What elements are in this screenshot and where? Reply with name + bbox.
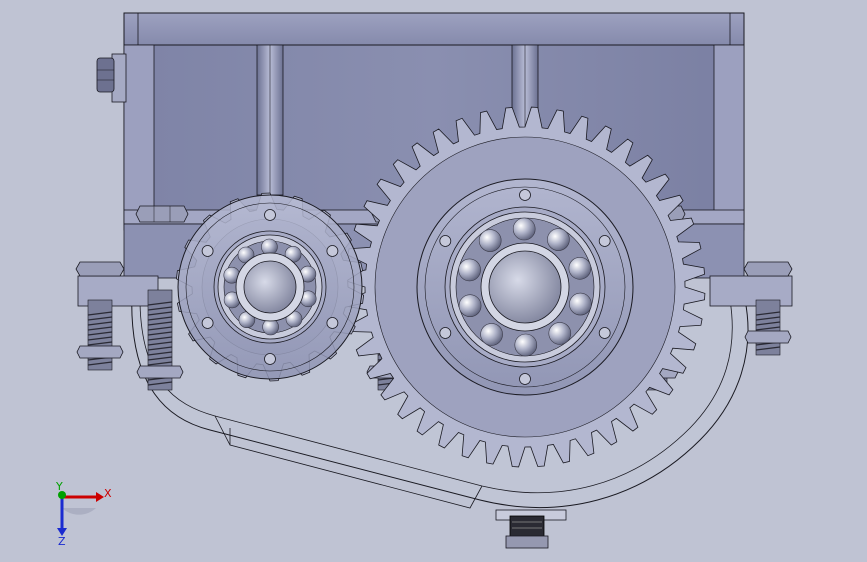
bolt-hole: [201, 245, 214, 257]
bearing-ball: [261, 238, 278, 256]
nut: [744, 330, 792, 344]
bolt-head: [135, 205, 189, 223]
cad-viewport[interactable]: X Y Z: [0, 0, 867, 562]
nut: [136, 365, 184, 379]
bolt-hole: [326, 317, 339, 329]
stud: [744, 299, 792, 356]
gearbox-model[interactable]: X Y Z: [0, 0, 867, 562]
input-bearing: [217, 234, 323, 340]
shaft-bore: [488, 250, 562, 324]
bearing-ball: [514, 333, 538, 357]
drain-plug: [495, 509, 567, 549]
bolt-hole: [439, 327, 452, 339]
bearing-ball: [568, 256, 592, 280]
bearing-ball: [458, 258, 481, 282]
bolt-hole: [201, 317, 214, 329]
bolt-head: [75, 261, 125, 277]
bolt-hole: [264, 353, 276, 365]
breather-plug: [96, 53, 127, 103]
bearing-ball: [480, 323, 503, 346]
bearing-ball: [569, 292, 592, 316]
bearing-ball: [512, 217, 536, 241]
bearing-ball: [478, 229, 502, 252]
z-axis-label: Z: [58, 535, 66, 548]
x-axis-label: X: [104, 487, 112, 500]
bolt-hole: [264, 209, 276, 221]
bolt-hole: [326, 245, 339, 257]
bolt-hole: [598, 235, 611, 247]
bolt-hole: [439, 235, 452, 247]
bearing-ball: [547, 228, 570, 251]
bolt-hole: [519, 373, 531, 385]
bearing-ball: [262, 318, 279, 336]
bearing-ball: [458, 294, 482, 318]
bearing-ball: [548, 322, 572, 345]
y-axis-label: Y: [55, 480, 63, 493]
output-bearing: [449, 211, 601, 363]
bolt-hole: [598, 327, 611, 339]
view-triad[interactable]: X Y Z: [55, 480, 112, 548]
nut: [76, 345, 124, 359]
shaft-bore: [243, 260, 297, 314]
bolt-head: [743, 261, 793, 277]
stud: [76, 299, 124, 371]
bolt-hole: [519, 189, 531, 201]
